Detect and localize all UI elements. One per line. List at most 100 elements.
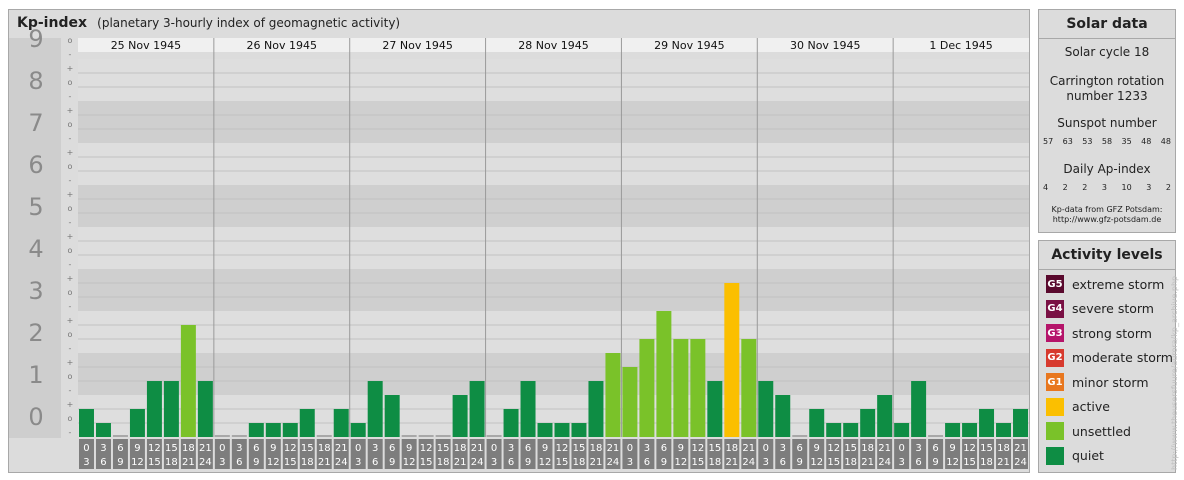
hour-end-label: 21	[725, 457, 738, 468]
hour-end-label: 24	[1014, 457, 1027, 468]
hour-end-label: 24	[199, 457, 212, 468]
y-tick-label: 7	[28, 109, 43, 137]
hour-end-label: 15	[284, 457, 297, 468]
hour-end-label: 6	[236, 457, 242, 468]
solar-data-panel: Solar data Solar cycle 18 Carrington rot…	[1038, 9, 1176, 233]
kp-bar	[707, 381, 723, 437]
hour-end-label: 6	[100, 457, 106, 468]
hour-end-label: 9	[661, 457, 667, 468]
hour-end-label: 12	[403, 457, 416, 468]
ap-value: 2	[1082, 183, 1088, 192]
hour-end-label: 6	[644, 457, 650, 468]
hour-start-label: 12	[556, 443, 569, 454]
y-minor-tick: +	[67, 400, 74, 409]
kp-bar	[1013, 408, 1028, 437]
kp-band	[78, 185, 1029, 227]
hour-end-label: 24	[607, 457, 620, 468]
y-minor-tick: -	[69, 134, 72, 143]
hour-end-label: 21	[318, 457, 331, 468]
carrington-rotation-line1: Carrington rotation	[1049, 74, 1165, 88]
kp-bar	[95, 423, 111, 437]
hour-start-label: 21	[199, 443, 212, 454]
kp-band	[78, 59, 1029, 101]
hour-end-label: 12	[131, 457, 144, 468]
sunspot-value: 35	[1121, 137, 1132, 146]
kp-bar	[894, 423, 910, 437]
legend-badge: G1	[1046, 373, 1064, 391]
hour-start-label: 6	[389, 443, 395, 454]
sunspot-title: Sunspot number	[1057, 116, 1157, 130]
day-label: 29 Nov 1945	[654, 39, 724, 52]
kp-bar	[435, 435, 451, 437]
kp-bar	[843, 423, 859, 437]
day-label: 1 Dec 1945	[929, 39, 992, 52]
y-tick-label: 3	[28, 277, 43, 305]
kp-bar	[333, 408, 349, 437]
hour-start-label: 15	[437, 443, 450, 454]
hour-end-label: 21	[454, 457, 467, 468]
hour-end-label: 12	[539, 457, 552, 468]
hour-start-label: 6	[117, 443, 123, 454]
hour-start-label: 0	[83, 443, 89, 454]
hour-end-label: 15	[556, 457, 569, 468]
hour-end-label: 3	[763, 457, 769, 468]
hour-end-label: 12	[267, 457, 280, 468]
day-label: 25 Nov 1945	[111, 39, 181, 52]
kp-bar	[384, 395, 400, 437]
y-minor-tick: +	[67, 232, 74, 241]
legend-minor-storm: G1 minor storm	[1046, 372, 1149, 392]
legend-unsettled: unsettled	[1046, 421, 1131, 441]
hour-end-label: 24	[471, 457, 484, 468]
kp-bar	[112, 435, 128, 437]
kp-bar	[79, 408, 94, 437]
hour-start-label: 18	[725, 443, 738, 454]
day-label: 26 Nov 1945	[247, 39, 317, 52]
hour-start-label: 18	[318, 443, 331, 454]
hour-end-label: 3	[219, 457, 225, 468]
legend-extreme-storm: G5 extreme storm	[1046, 274, 1164, 294]
y-minor-tick: o	[68, 36, 73, 45]
legend-badge: G4	[1046, 299, 1064, 318]
kp-bar	[180, 324, 196, 437]
kp-bar	[401, 435, 417, 437]
y-minor-tick: o	[68, 78, 73, 87]
hour-end-label: 24	[878, 457, 891, 468]
hour-end-label: 6	[372, 457, 378, 468]
kp-bar	[129, 408, 145, 437]
kp-band	[78, 269, 1029, 311]
hour-start-label: 21	[742, 443, 755, 454]
y-minor-tick: -	[69, 428, 72, 437]
ap-index-values: 4 2 2 3 10 3 2	[1043, 183, 1171, 192]
kp-bar	[554, 423, 570, 437]
hour-end-label: 21	[182, 457, 195, 468]
hour-start-label: 0	[355, 443, 361, 454]
hour-end-label: 12	[946, 457, 959, 468]
kp-bar	[299, 408, 315, 437]
source-watermark: http://www.theusersfuure/aurora/kp_archi…	[1170, 275, 1179, 470]
kp-bar	[588, 381, 604, 437]
credit-link[interactable]: http://www.gfz-potsdam.de	[1039, 215, 1175, 225]
hour-end-label: 12	[674, 457, 687, 468]
hour-end-label: 3	[898, 457, 904, 468]
y-tick-label: 8	[28, 67, 43, 95]
hour-end-label: 18	[980, 457, 993, 468]
kp-bar	[350, 423, 366, 437]
ap-index-title: Daily Ap-index	[1063, 162, 1151, 176]
day-label: 27 Nov 1945	[382, 39, 452, 52]
hour-start-label: 9	[814, 443, 820, 454]
hour-start-label: 9	[134, 443, 140, 454]
legend-moderate-storm: G2 moderate storm	[1046, 348, 1173, 368]
sunspot-value: 57	[1043, 137, 1054, 146]
hour-end-label: 21	[590, 457, 603, 468]
kp-bar	[775, 395, 791, 437]
hour-start-label: 9	[270, 443, 276, 454]
legend-swatch	[1046, 446, 1064, 465]
y-tick-label: 1	[28, 361, 43, 389]
hour-end-label: 18	[301, 457, 314, 468]
ap-value: 10	[1121, 183, 1132, 192]
legend-badge: G2	[1046, 348, 1064, 367]
kp-bar	[928, 435, 944, 437]
sunspot-value: 48	[1160, 137, 1171, 146]
hour-end-label: 3	[355, 457, 361, 468]
sunspot-value: 48	[1141, 137, 1152, 146]
